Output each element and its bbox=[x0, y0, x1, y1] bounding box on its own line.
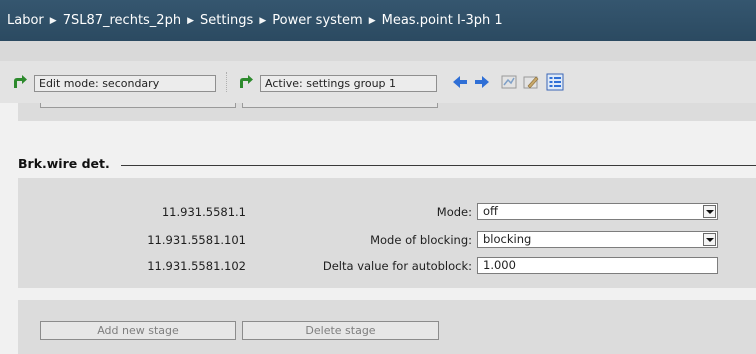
add-new-stage-button[interactable]: Add new stage bbox=[40, 321, 236, 340]
arrow-right-icon[interactable] bbox=[473, 73, 491, 91]
toolbar-divider bbox=[226, 72, 229, 92]
active-settings-group-field[interactable]: Active: settings group 1 bbox=[260, 75, 437, 92]
breadcrumb-separator-icon: ▶ bbox=[187, 15, 194, 26]
mode-of-blocking-value: blocking bbox=[483, 232, 532, 246]
delete-stage-button[interactable]: Delete stage bbox=[242, 321, 439, 340]
go-to-active-group-arrow-icon[interactable] bbox=[236, 72, 254, 90]
section-title: Brk.wire det. bbox=[18, 156, 110, 171]
parameter-id: 11.931.5581.1 bbox=[161, 205, 246, 219]
breadcrumb-separator-icon: ▶ bbox=[49, 15, 57, 26]
delta-value: 1.000 bbox=[483, 258, 516, 272]
go-to-edit-mode-arrow-icon[interactable] bbox=[10, 72, 28, 90]
list-view-icon[interactable] bbox=[546, 73, 564, 91]
parameter-label: Mode: bbox=[436, 205, 472, 219]
breadcrumb-item-project[interactable]: Labor bbox=[7, 13, 44, 28]
breadcrumb-separator-icon: ▶ bbox=[368, 15, 376, 26]
previous-section-button[interactable] bbox=[242, 103, 438, 108]
arrow-left-icon[interactable] bbox=[451, 73, 469, 91]
parameter-label: Mode of blocking: bbox=[370, 233, 472, 247]
section-divider bbox=[121, 165, 756, 166]
delta-value-input[interactable]: 1.000 bbox=[477, 257, 718, 274]
parameter-label: Delta value for autoblock: bbox=[322, 259, 472, 273]
edit-mode-field[interactable]: Edit mode: secondary bbox=[34, 75, 216, 92]
breadcrumb-item-settings[interactable]: Settings bbox=[200, 13, 253, 28]
breadcrumb-item-measpoint[interactable]: Meas.point I-3ph 1 bbox=[382, 13, 503, 28]
breadcrumb-separator-icon: ▶ bbox=[259, 15, 267, 26]
parameter-id: 11.931.5581.102 bbox=[147, 259, 246, 273]
mode-dropdown[interactable]: off bbox=[477, 203, 718, 220]
breadcrumb: Labor ▶ 7SL87_rechts_2ph ▶ Settings ▶ Po… bbox=[0, 0, 756, 41]
compare-icon[interactable] bbox=[500, 73, 518, 91]
breadcrumb-item-device[interactable]: 7SL87_rechts_2ph bbox=[63, 13, 181, 28]
parameter-id: 11.931.5581.101 bbox=[147, 233, 246, 247]
previous-section-button[interactable] bbox=[40, 103, 236, 108]
mode-of-blocking-dropdown[interactable]: blocking bbox=[477, 231, 718, 248]
chevron-down-icon[interactable] bbox=[703, 205, 716, 218]
breadcrumb-item-power-system[interactable]: Power system bbox=[272, 13, 362, 28]
chevron-down-icon[interactable] bbox=[703, 233, 716, 246]
edit-view-icon[interactable] bbox=[522, 73, 540, 91]
mode-value: off bbox=[483, 204, 498, 218]
